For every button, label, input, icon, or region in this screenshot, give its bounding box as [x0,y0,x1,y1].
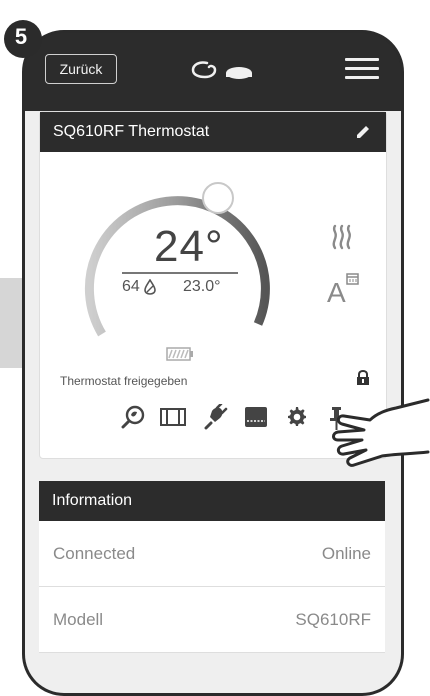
back-button[interactable]: Zurück [45,54,117,84]
current-temperature: 23.0° [183,278,221,295]
step-number: 5 [14,24,28,49]
heater-icon[interactable] [243,404,269,430]
step-number-badge: 5 [4,20,42,58]
humidity-drop-icon [143,279,156,295]
humidity-readout: 64 [122,278,160,296]
edit-pencil-icon[interactable] [354,123,372,141]
info-row-label: Modell [53,609,104,629]
information-header: Information [39,481,385,521]
gear-icon[interactable] [285,404,309,430]
menu-icon[interactable] [345,58,379,82]
info-row-label: Connected [53,543,136,563]
device-title: SQ610RF Thermostat [53,123,210,140]
info-row-model: Modell SQ610RF [39,587,385,653]
phone-frame: Zurück SQ610RF Thermostat 24° 64 23.0° A… [22,30,404,696]
device-frame-icon[interactable] [159,404,187,430]
top-bar: Zurück [25,33,401,111]
dial-handle [202,182,234,214]
humidity-value: 64 [122,278,140,295]
battery-icon [166,347,193,361]
info-row-connected: Connected Online [39,521,385,587]
thermostat-card-header: SQ610RF Thermostat [40,112,386,152]
app-logo [191,61,252,79]
svg-text:A: A [327,277,346,306]
auto-schedule-icon[interactable]: A [326,272,360,306]
info-row-value: Online [321,543,371,563]
search-icon[interactable] [120,404,146,430]
heating-icon [332,224,351,250]
tapping-hand-illustration [332,398,430,467]
status-text: Thermostat freigegeben [60,374,188,388]
plug-icon[interactable] [202,404,228,430]
info-row-value: SQ610RF [295,609,371,629]
dial-divider [122,272,238,274]
target-temperature: 24° [154,222,224,271]
